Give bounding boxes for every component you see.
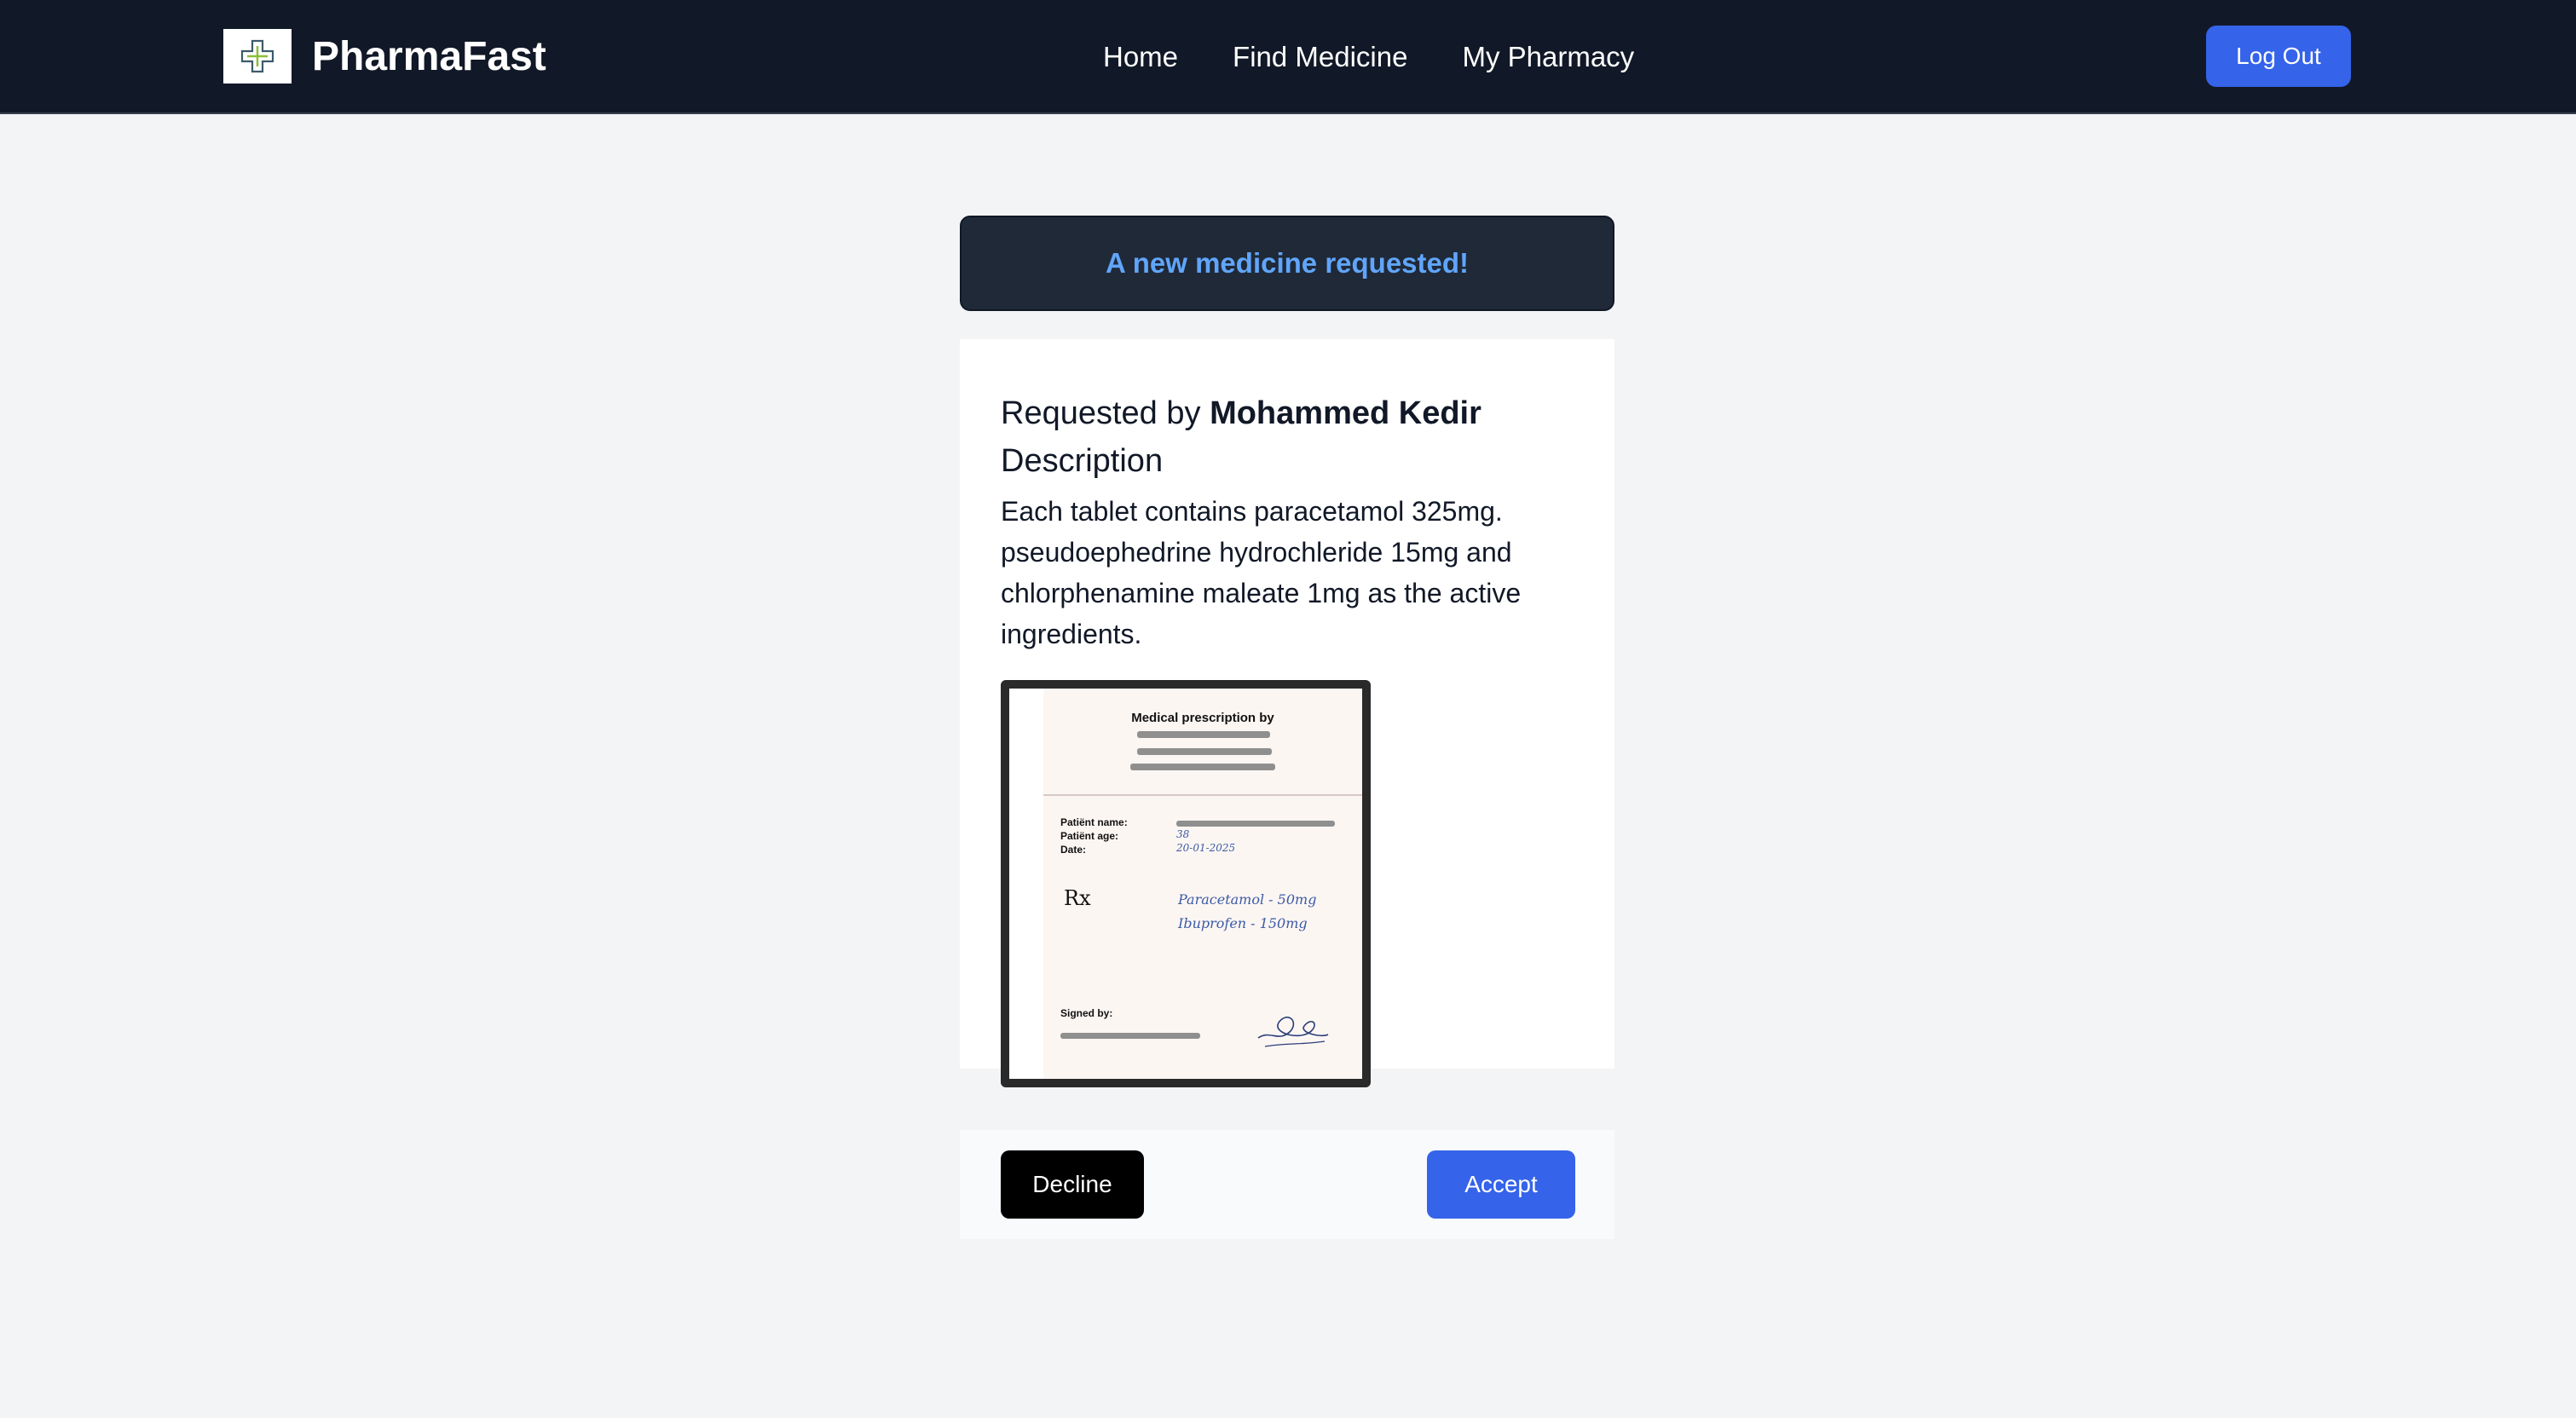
prescription-line-2: Ibuprofen - 150mg xyxy=(1178,915,1308,931)
redacted-patient-name xyxy=(1176,821,1335,827)
nav-home-link[interactable]: Home xyxy=(1103,34,1178,80)
new-request-banner: A new medicine requested! xyxy=(960,216,1614,311)
redacted-text xyxy=(1137,731,1270,738)
description-title: Description xyxy=(1001,443,1164,479)
nav-find-medicine-link[interactable]: Find Medicine xyxy=(1233,34,1407,80)
redacted-text xyxy=(1137,748,1272,755)
medical-cross-icon xyxy=(240,39,274,73)
nav-my-pharmacy-link[interactable]: My Pharmacy xyxy=(1462,34,1634,80)
description-text: Each tablet contains paracetamol 325mg. … xyxy=(1001,496,1522,649)
top-navbar: PharmaFast Home Find Medicine My Pharmac… xyxy=(0,0,2576,114)
request-card: Requested by Mohammed Kedir Description … xyxy=(960,339,1614,1239)
prescription-line-1: Paracetamol - 50mg xyxy=(1178,891,1317,908)
prescription-paper: Medical prescription by Patiënt name: Pa… xyxy=(1043,689,1362,1079)
signed-by-label: Signed by: xyxy=(1060,1007,1113,1019)
decline-button[interactable]: Decline xyxy=(1001,1150,1144,1219)
prescription-divider xyxy=(1043,794,1362,796)
brand-name[interactable]: PharmaFast xyxy=(312,31,546,84)
brand-logo[interactable] xyxy=(223,29,292,84)
rx-symbol: Rx xyxy=(1064,886,1091,910)
signature-icon xyxy=(1257,1017,1329,1047)
logout-button[interactable]: Log Out xyxy=(2206,26,2351,87)
patient-age-label: Patiënt age: xyxy=(1060,830,1119,842)
prescription-date-value: 20-01-2025 xyxy=(1176,842,1236,854)
card-actions: Decline Accept xyxy=(960,1130,1614,1239)
date-label: Date: xyxy=(1060,844,1087,856)
prescription-image[interactable]: Medical prescription by Patiënt name: Pa… xyxy=(1001,680,1371,1087)
requested-by-label: Requested by xyxy=(1001,395,1201,431)
requester-name: Mohammed Kedir xyxy=(1210,395,1481,431)
prescription-title: Medical prescription by xyxy=(1131,711,1274,725)
main-nav: Home Find Medicine My Pharmacy xyxy=(1103,34,1634,80)
redacted-text xyxy=(1130,764,1275,770)
redacted-signer xyxy=(1060,1033,1200,1039)
accept-button[interactable]: Accept xyxy=(1427,1150,1575,1219)
patient-age-value: 38 xyxy=(1176,828,1190,840)
patient-name-label: Patiënt name: xyxy=(1060,816,1128,828)
banner-text: A new medicine requested! xyxy=(1105,247,1470,279)
requested-by-line: Requested by Mohammed Kedir xyxy=(1001,395,1481,432)
